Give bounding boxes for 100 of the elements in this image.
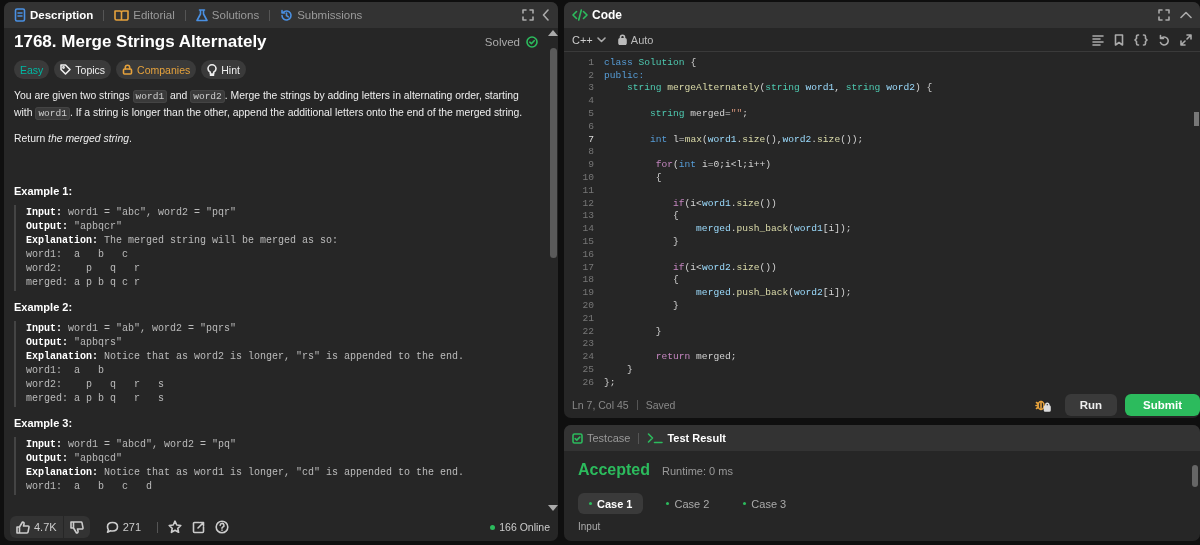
line-number: 16 [581, 248, 594, 260]
solved-label: Solved [484, 36, 520, 48]
hint-button[interactable]: Hint [201, 60, 246, 79]
line-number: 24 [581, 351, 594, 363]
line-number: 26 [581, 376, 594, 388]
reset-icon[interactable] [1158, 33, 1170, 46]
lock-icon [617, 34, 627, 45]
code-brackets-icon [572, 9, 588, 21]
code-line: merged.push_back(word1[i]); [695, 223, 852, 235]
line-number: 14 [581, 223, 594, 235]
line-number: 25 [581, 364, 594, 375]
line-number: 2 [587, 69, 594, 81]
collapse-icon[interactable] [1180, 11, 1192, 19]
line-number: 10 [581, 172, 594, 184]
example-line: word1: a b c d [26, 480, 154, 494]
companies-button[interactable]: Companies [116, 60, 197, 79]
example-line: Explanation: Notice that as word2 is longer, "rs" is appended to the end. [26, 350, 466, 364]
run-button[interactable]: Run [1064, 394, 1117, 416]
code-line: public: [604, 69, 645, 81]
line-number: 6 [587, 120, 594, 132]
code-line: int l=max(word1.size(),word2.size()); [649, 133, 864, 145]
example-line: word1: a b c [26, 248, 130, 262]
bookmark-icon[interactable] [1114, 33, 1124, 46]
tab[interactable]: Test Result [647, 432, 726, 444]
code-line: if(i<word2.size()) [672, 261, 777, 273]
code-line: { [672, 274, 679, 286]
difficulty-tag: Easy [14, 60, 50, 79]
star-icon[interactable] [168, 520, 182, 534]
code-line: for(int i=0;i<l;i++) [654, 159, 771, 171]
debugger-locked-icon[interactable] [1034, 398, 1051, 412]
panel-title: Code [592, 8, 622, 22]
case-tab[interactable]: Case 1 [578, 493, 644, 514]
example-line: Input: word1 = "abcd", word2 = "pq" [26, 438, 238, 452]
format-lines-icon[interactable] [1092, 33, 1104, 46]
code-line: }; [604, 376, 616, 388]
code-line: merged.push_back(word2[i]); [695, 287, 852, 299]
code-line: } [672, 236, 679, 248]
code-line: class Solution { [604, 56, 697, 68]
line-number: 22 [581, 325, 594, 337]
example-line: merged: a p b q r s [26, 392, 166, 406]
help-icon[interactable] [215, 520, 229, 534]
fullscreen-icon[interactable] [522, 9, 534, 21]
document-icon [14, 8, 26, 22]
tab[interactable]: Submissions [278, 8, 365, 22]
expand-icon[interactable] [1180, 33, 1192, 46]
code-line: string mergeAlternately(string word1, string word2) { [626, 82, 933, 94]
case-tab[interactable]: Case 3 [732, 493, 798, 514]
example-line: Input: word1 = "ab", word2 = "pqrs" [26, 322, 238, 336]
code-line: string merged=""; [649, 108, 748, 120]
example-line: Output: "apbqcr" [26, 220, 124, 234]
caret-icon [596, 36, 606, 43]
problem-title: 1768. Merge Strings Alternately [14, 32, 268, 52]
lightbulb-icon [207, 63, 218, 76]
comment-icon[interactable] [105, 520, 119, 534]
collapse-icon[interactable] [542, 9, 550, 21]
line-number: 15 [581, 236, 594, 248]
example-line: Output: "apbqcd" [26, 452, 124, 466]
cursor-position: Ln 7, Col 45 [572, 399, 629, 411]
history-icon [280, 8, 294, 22]
checkbox-icon [572, 432, 583, 444]
thumbs-up-icon[interactable] [16, 520, 30, 534]
tab[interactable]: Description [12, 8, 96, 22]
line-number: 17 [581, 261, 594, 273]
tab[interactable]: Editorial [112, 9, 177, 21]
line-number: 18 [581, 274, 594, 286]
line-number: 13 [581, 210, 594, 222]
language-dropdown[interactable]: C++ [572, 33, 606, 46]
terminal-icon [647, 432, 664, 444]
code-line: { [654, 172, 662, 184]
lock-icon [122, 64, 134, 75]
description-text: You are given two strings word1 and word2 . Merge the strings by adding letters in alternating order, starting with word1 . If a string is longer than the other, append the additional letters onto the end of the merged string. [14, 89, 524, 122]
tag-icon [60, 64, 72, 75]
runtime-label: Runtime: 0 ms [662, 465, 733, 477]
check-circle-icon [526, 36, 538, 48]
tab[interactable]: Testcase [572, 432, 631, 444]
flask-icon [195, 8, 208, 22]
thumbs-down-icon[interactable] [69, 520, 84, 534]
example-heading: Example 1: [14, 185, 74, 197]
share-icon[interactable] [192, 520, 205, 534]
braces-icon[interactable] [1134, 33, 1148, 46]
line-number: 4 [587, 95, 594, 107]
description-text: Return the merged string. [14, 132, 133, 146]
line-number: 20 [581, 300, 594, 312]
topics-button[interactable]: Topics [54, 60, 112, 79]
auto-mode-label: Auto [617, 33, 654, 46]
comments-button[interactable]: 271 [99, 516, 147, 538]
code-line: } [672, 300, 679, 312]
fullscreen-icon[interactable] [1158, 9, 1170, 21]
tab[interactable]: Solutions [193, 8, 262, 22]
example-heading: Example 3: [14, 417, 74, 429]
line-number: 7 [587, 133, 594, 145]
example-line: word2: p q r [26, 262, 142, 276]
section-label: Input [578, 521, 602, 532]
line-number: 21 [581, 312, 594, 324]
code-line: return merged; [654, 351, 737, 363]
example-line: Output: "apbqrs" [26, 336, 124, 350]
line-number: 3 [587, 82, 594, 94]
online-count: 166 Online [490, 521, 550, 533]
save-status: Saved [645, 399, 676, 411]
case-tab[interactable]: Case 2 [655, 493, 721, 514]
